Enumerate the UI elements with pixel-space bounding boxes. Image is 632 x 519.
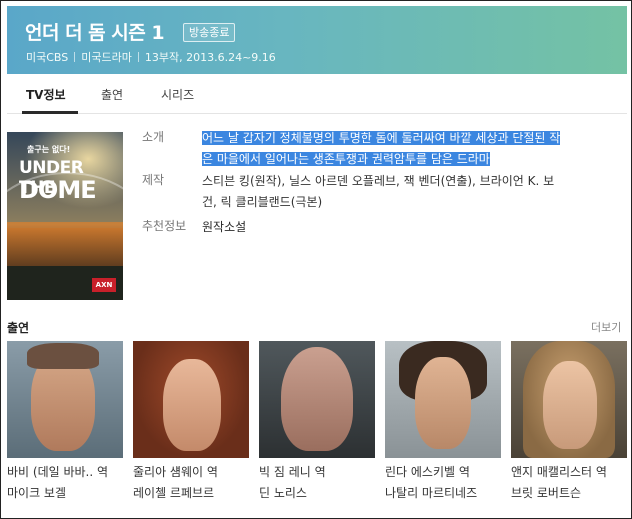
cast-photo[interactable] xyxy=(7,341,123,458)
intro-label: 소개 xyxy=(142,130,165,144)
cast-card[interactable]: 바비 (데일 바바.. 역 마이크 보겔 xyxy=(7,341,123,504)
cast-card[interactable]: 빅 짐 레니 역 딘 노리스 xyxy=(259,341,375,504)
intro-text: 어느 날 갑자기 정체불명의 투명한 돔에 둘러싸여 바깥 세상과 단절된 작 … xyxy=(202,128,602,170)
recommend-value: 원작소설 xyxy=(202,217,602,238)
production-line-1[interactable]: 스티븐 킹(원작), 닐스 아르덴 오플레브, 잭 벤더(연출), 브라이언 K… xyxy=(202,174,554,188)
cast-actor[interactable]: 딘 노리스 xyxy=(259,486,307,500)
poster-title-line2: DOME xyxy=(19,176,97,204)
cast-role[interactable]: 바비 (데일 바바.. 역 xyxy=(7,465,108,479)
poster-town xyxy=(7,228,123,268)
cast-section-title: 출연 xyxy=(7,321,30,335)
production-text: 스티븐 킹(원작), 닐스 아르덴 오플레브, 잭 벤더(연출), 브라이언 K… xyxy=(202,171,602,213)
tab-tv-info[interactable]: TV정보 xyxy=(26,86,66,103)
cast-photo[interactable] xyxy=(133,341,249,458)
tab-series[interactable]: 시리즈 xyxy=(161,86,194,103)
cast-photo[interactable] xyxy=(385,341,501,458)
cast-name: 린다 에스키벨 역 나탈리 마르티네즈 xyxy=(385,462,501,504)
active-tab-indicator xyxy=(22,111,78,114)
cast-actor[interactable]: 레이첼 르페브르 xyxy=(133,486,214,500)
cast-face xyxy=(163,359,221,451)
recommend-link[interactable]: 원작소설 xyxy=(202,220,246,234)
production-line-2[interactable]: 건, 릭 클리블랜드(극본) xyxy=(202,195,322,209)
program-header: 언더 더 돔 시즌 1 방송종료 미국CBS 미국드라마 13부작, 2013.6.… xyxy=(7,6,627,74)
program-title[interactable]: 언더 더 돔 시즌 1 xyxy=(25,18,165,45)
cast-face xyxy=(415,357,471,449)
cast-photo[interactable] xyxy=(259,341,375,458)
meta-divider xyxy=(74,52,76,62)
poster-tagline: 출구는 없다! xyxy=(27,145,71,154)
cast-hair xyxy=(27,343,99,369)
program-poster[interactable]: 출구는 없다! UNDER THE DOME AXN xyxy=(7,132,123,300)
cast-face xyxy=(543,361,597,449)
cast-card[interactable]: 린다 에스키벨 역 나탈리 마르티네즈 xyxy=(385,341,501,504)
meta-episodes: 13부작, 2013.6.24~9.16 xyxy=(144,51,276,64)
channel-logo: AXN xyxy=(92,278,116,292)
page-frame: 언더 더 돔 시즌 1 방송종료 미국CBS 미국드라마 13부작, 2013.6.… xyxy=(0,0,632,519)
cast-actor[interactable]: 나탈리 마르티네즈 xyxy=(385,486,477,500)
status-badge: 방송종료 xyxy=(183,23,236,42)
cast-photo[interactable] xyxy=(511,341,627,458)
tab-bar: TV정보 출연 시리즈 xyxy=(7,74,627,114)
cast-role[interactable]: 앤지 매캘리스터 역 xyxy=(511,465,607,479)
cast-card[interactable]: 줄리아 섐웨이 역 레이첼 르페브르 xyxy=(133,341,249,504)
meta-genre[interactable]: 미국드라마 xyxy=(81,51,132,64)
cast-actor[interactable]: 브릿 로버트슨 xyxy=(511,486,581,500)
intro-line-2: 은 마을에서 일어나는 생존투쟁과 권력암투를 담은 드라마 xyxy=(202,152,490,166)
tab-cast[interactable]: 출연 xyxy=(101,86,123,103)
cast-role[interactable]: 빅 짐 레니 역 xyxy=(259,465,326,479)
meta-divider xyxy=(137,52,139,62)
intro-line-1: 어느 날 갑자기 정체불명의 투명한 돔에 둘러싸여 바깥 세상과 단절된 작 xyxy=(202,131,561,145)
cast-name: 빅 짐 레니 역 딘 노리스 xyxy=(259,462,375,504)
production-label: 제작 xyxy=(142,173,165,187)
cast-role[interactable]: 줄리아 섐웨이 역 xyxy=(133,465,218,479)
cast-card[interactable]: 앤지 매캘리스터 역 브릿 로버트슨 xyxy=(511,341,627,504)
cast-name: 바비 (데일 바바.. 역 마이크 보겔 xyxy=(7,462,123,504)
recommend-label: 추천정보 xyxy=(142,219,187,233)
meta-network[interactable]: 미국CBS xyxy=(26,51,68,64)
cast-role[interactable]: 린다 에스키벨 역 xyxy=(385,465,470,479)
cast-name: 앤지 매캘리스터 역 브릿 로버트슨 xyxy=(511,462,627,504)
cast-name: 줄리아 섐웨이 역 레이첼 르페브르 xyxy=(133,462,249,504)
cast-face xyxy=(281,347,353,451)
cast-more-link[interactable]: 더보기 xyxy=(591,319,621,335)
cast-actor[interactable]: 마이크 보겔 xyxy=(7,486,66,500)
program-meta: 미국CBS 미국드라마 13부작, 2013.6.24~9.16 xyxy=(26,49,276,65)
